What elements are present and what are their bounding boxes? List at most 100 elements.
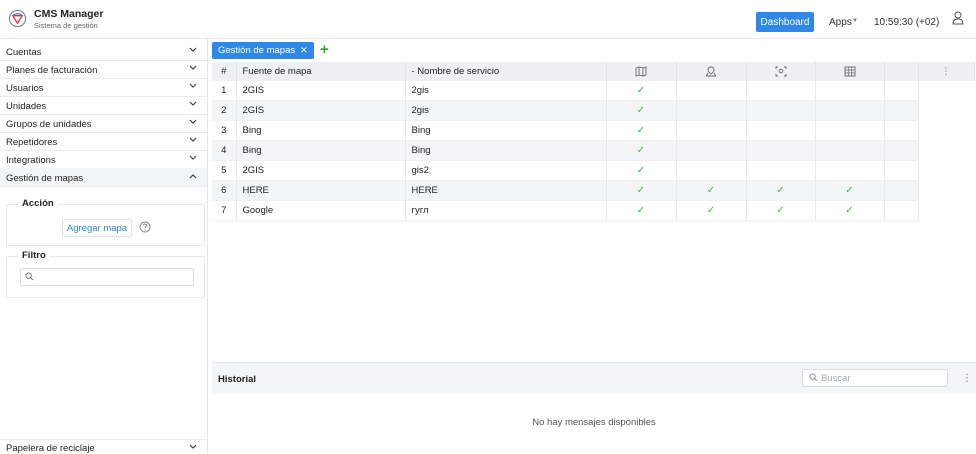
row-number: 4 [212,140,237,161]
check-icon: ✓ [676,200,747,221]
row-grid [815,120,885,141]
row-service: 2gis [405,81,607,101]
focus-location-icon [775,66,786,77]
sidebar-item-planes[interactable]: Planes de facturación [0,60,207,79]
sidebar-item-cuentas[interactable]: Cuentas [0,42,207,61]
history-search-input[interactable]: Buscar [802,369,948,387]
tab-label: Gestión de mapas [218,45,296,56]
add-map-button[interactable]: Agregar mapa [62,219,132,237]
filter-input[interactable] [20,268,194,286]
history-toolbar: Historial Buscar ⋮ [212,362,976,393]
table-row[interactable]: 4 Bing Bing ✓ [212,140,974,161]
col-map-source[interactable]: Fuente de mapa [236,62,406,81]
action-section: Acción Agregar mapa [6,198,205,246]
app-title: CMS Manager [34,8,104,20]
col-map-icon-header[interactable] [606,62,677,81]
sidebar-item-label: Unidades [6,101,47,112]
chevron-down-icon [189,47,197,52]
row-blank [918,120,974,141]
chevron-down-icon [189,444,197,449]
close-icon[interactable]: ✕ [300,45,308,55]
sidebar-item-label: Gestión de mapas [6,173,84,184]
row-blank [918,81,974,101]
filter-section: Filtro [6,250,205,298]
help-icon[interactable] [139,221,151,233]
sidebar-item-label: Usuarios [6,83,44,94]
table-row[interactable]: 5 2GIS gis2 ✓ [212,160,974,181]
tab-gestion-mapas[interactable]: Gestión de mapas ✕ [212,42,314,59]
check-icon: ✓ [746,200,816,221]
sidebar-item-label: Integrations [6,155,56,166]
row-number: 7 [212,200,237,221]
filter-legend: Filtro [18,250,50,261]
col-geocoding-header[interactable] [676,62,747,81]
dashboard-button[interactable]: Dashboard [756,12,814,32]
table-row[interactable]: 1 2GIS 2gis ✓ [212,81,974,101]
row-blank [918,160,974,181]
row-locate [746,140,816,161]
sidebar-item-label: Papelera de reciclaje [6,443,95,454]
row-geocoding [676,120,747,141]
grid-icon [844,66,855,77]
row-locate [746,160,816,181]
row-geocoding [676,160,747,181]
user-icon[interactable] [952,11,964,25]
col-locate-header[interactable] [746,62,816,81]
sidebar-item-unidades[interactable]: Unidades [0,96,207,115]
col-grid-header[interactable] [815,62,885,81]
row-service: Bing [405,140,607,161]
row-number: 5 [212,160,237,181]
row-blank [918,180,974,201]
table-row[interactable]: 3 Bing Bing ✓ [212,120,974,141]
row-source: HERE [236,180,406,201]
sidebar-item-grupos[interactable]: Grupos de unidades [0,114,207,133]
app-logo-icon [8,9,27,28]
row-source: Bing [236,140,406,161]
check-icon: ✓ [606,120,677,141]
row-empty [884,120,919,141]
apps-menu[interactable]: Apps [829,17,852,28]
apps-caret-icon[interactable]: ▼ [852,18,858,24]
row-service: гугл [405,200,607,221]
row-source: Google [236,200,406,221]
maps-table: # Fuente de mapa - Nombre de servicio ⋮ … [212,62,976,221]
row-blank [918,200,974,221]
row-service: gis2 [405,160,607,181]
sidebar-item-usuarios[interactable]: Usuarios [0,78,207,97]
col-service-name[interactable]: - Nombre de servicio [405,62,607,81]
sidebar-item-integrations[interactable]: Integrations [0,150,207,169]
sidebar-item-papelera[interactable]: Papelera de reciclaje [0,439,207,454]
row-service: HERE [405,180,607,201]
sidebar-item-repetidores[interactable]: Repetidores [0,132,207,151]
top-header: CMS Manager Sistema de gestión Dashboard… [0,0,976,39]
location-pin-icon [705,66,717,77]
row-number: 3 [212,120,237,141]
table-row[interactable]: 2 2GIS 2gis ✓ [212,100,974,121]
row-number: 2 [212,100,237,121]
row-geocoding [676,81,747,101]
table-row[interactable]: 7 Google гугл ✓ ✓ ✓ ✓ [212,200,974,221]
row-grid [815,100,885,121]
sidebar-item-label: Grupos de unidades [6,119,92,130]
search-icon [809,373,818,382]
row-grid [815,160,885,181]
table-header-row: # Fuente de mapa - Nombre de servicio ⋮ [212,62,975,81]
history-menu-icon[interactable]: ⋮ [962,373,972,384]
row-source: 2GIS [236,160,406,181]
sidebar-item-gestion-mapas[interactable]: Gestión de mapas [0,168,207,187]
sidebar: Cuentas Planes de facturación Usuarios U… [0,39,208,454]
row-empty [884,140,919,161]
column-menu-icon[interactable]: ⋮ [918,62,975,81]
check-icon: ✓ [606,100,677,121]
row-geocoding [676,100,747,121]
row-locate [746,120,816,141]
chevron-up-icon [189,174,197,179]
row-source: 2GIS [236,81,406,101]
search-placeholder: Buscar [821,373,851,384]
check-icon: ✓ [606,140,677,161]
check-icon: ✓ [606,160,677,181]
app-subtitle: Sistema de gestión [34,21,98,30]
check-icon: ✓ [606,180,677,201]
table-row[interactable]: 6 HERE HERE ✓ ✓ ✓ ✓ [212,180,974,201]
add-tab-icon[interactable]: + [320,41,329,58]
